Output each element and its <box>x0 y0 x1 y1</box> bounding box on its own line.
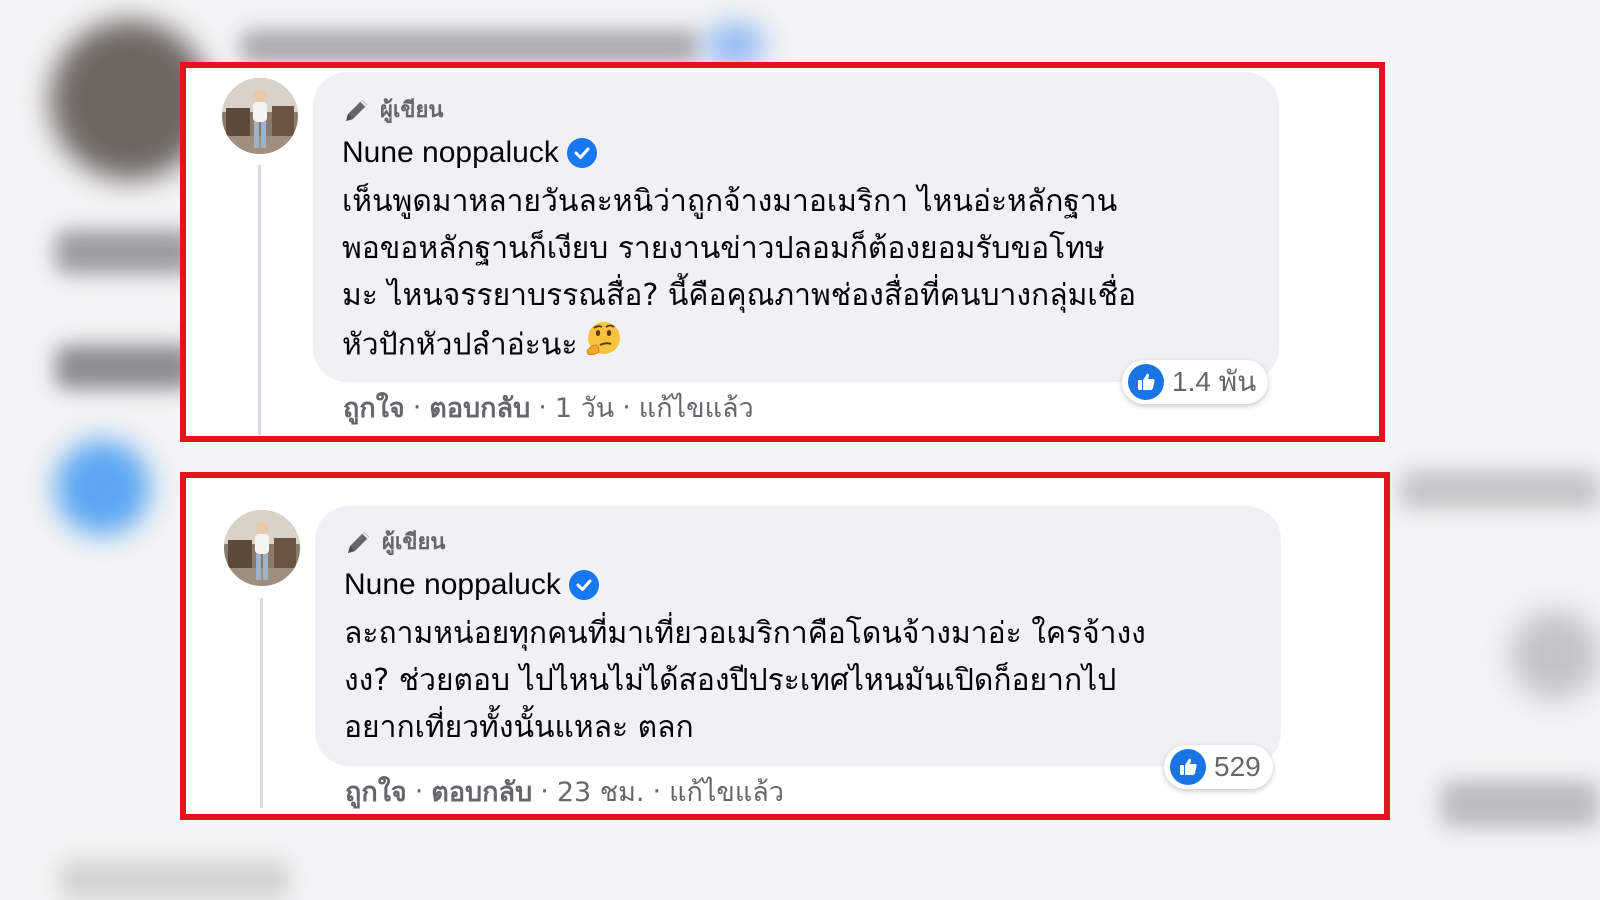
pencil-icon <box>344 527 374 557</box>
comment-text: ละถามหน่อยทุกคนที่มาเที่ยวอเมริกาคือโดนจ… <box>344 610 1264 751</box>
thread-line <box>260 598 263 808</box>
comment-2: ผู้เขียน Nune noppaluck ละถามหน่อยทุกคนท… <box>0 0 1600 900</box>
reply-action[interactable]: ตอบกลับ <box>431 770 532 813</box>
reaction-count-pill[interactable]: 529 <box>1164 745 1273 789</box>
verified-badge-icon <box>568 570 599 600</box>
reaction-count: 529 <box>1214 751 1261 782</box>
separator-dot: · <box>540 776 549 807</box>
edited-label[interactable]: แก้ไขแล้ว <box>669 770 784 813</box>
avatar-photo <box>224 510 300 586</box>
avatar[interactable] <box>224 510 300 586</box>
timestamp[interactable]: 23 ชม. <box>557 770 645 813</box>
screenshot-canvas: ผู้เขียน Nune noppaluck เห็นพูดมาหลายวัน… <box>0 0 1600 900</box>
comment-body: ละถามหน่อยทุกคนที่มาเที่ยวอเมริกาคือโดนจ… <box>344 616 1146 745</box>
author-badge-label: ผู้เขียน <box>382 530 446 555</box>
like-icon <box>1170 749 1206 785</box>
author-name[interactable]: Nune noppaluck <box>344 568 561 602</box>
separator-dot: · <box>414 776 424 807</box>
like-action[interactable]: ถูกใจ <box>345 770 407 813</box>
comment-actions: ถูกใจ · ตอบกลับ · 23 ชม. · แก้ไขแล้ว <box>345 770 784 813</box>
separator-dot: · <box>652 776 662 807</box>
author-name-row: Nune noppaluck <box>344 568 599 602</box>
author-badge: ผู้เขียน <box>344 524 445 559</box>
